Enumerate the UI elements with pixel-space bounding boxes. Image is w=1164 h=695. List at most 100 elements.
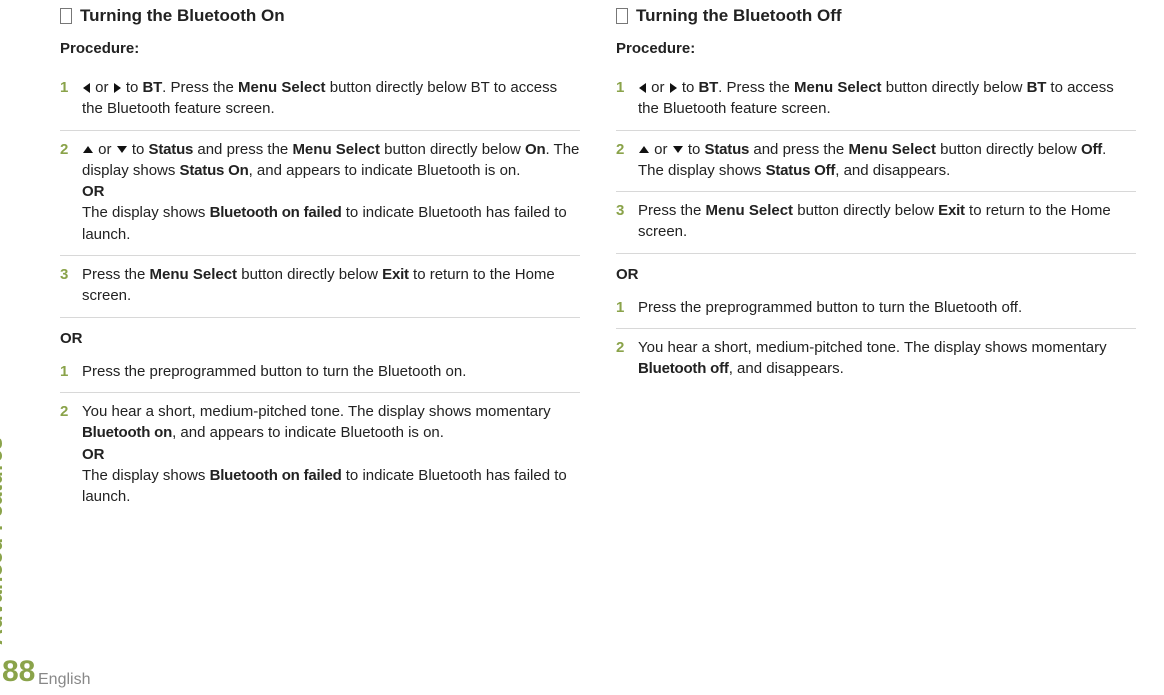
procedure-label-left: Procedure: (60, 40, 580, 57)
t: to (678, 79, 699, 96)
status-on: Status On (180, 162, 249, 179)
bt: BT (699, 79, 719, 96)
step: 2 You hear a short, medium-pitched tone.… (60, 393, 580, 517)
t: You hear a short, medium-pitched tone. T… (638, 339, 1107, 356)
right-arrow-icon (670, 83, 677, 93)
heading-left: Turning the Bluetooth On (60, 6, 580, 26)
right-arrow-icon (114, 83, 121, 93)
step-text: Press the preprogrammed button to turn t… (638, 297, 1136, 318)
step-number: 2 (60, 401, 82, 422)
step-text: Press the Menu Select button directly be… (82, 264, 580, 307)
menu-select: Menu Select (150, 266, 238, 283)
or-inline: OR (82, 446, 105, 463)
or-inline: OR (82, 183, 105, 200)
left-arrow-icon (83, 83, 90, 93)
t: to (122, 79, 143, 96)
t: button directly below (237, 266, 382, 283)
word-or: or (91, 79, 113, 96)
step-text: or to BT. Press the Menu Select button d… (638, 77, 1136, 120)
status: Status (149, 141, 194, 158)
t: The display shows (82, 204, 210, 221)
t: button directly below (936, 141, 1081, 158)
t: Press the (638, 202, 706, 219)
down-arrow-icon (117, 146, 127, 153)
heading-left-text: Turning the Bluetooth On (80, 6, 285, 26)
t: button directly below (380, 141, 525, 158)
t: button directly below (793, 202, 938, 219)
menu-select: Menu Select (238, 79, 326, 96)
step: 1 or to BT. Press the Menu Select button… (616, 69, 1136, 131)
bt: BT (1027, 79, 1047, 96)
page-language: English (38, 671, 90, 689)
up-arrow-icon (639, 146, 649, 153)
menu-select: Menu Select (706, 202, 794, 219)
t: Press the (82, 266, 150, 283)
or-separator-right: OR (616, 266, 1136, 283)
bluetooth-on: Bluetooth on (82, 424, 172, 441)
bt-failed: Bluetooth on failed (210, 467, 342, 484)
step-number: 1 (616, 297, 638, 318)
word-or: or (94, 141, 116, 158)
t: and press the (193, 141, 292, 158)
exit: Exit (938, 202, 965, 219)
content-columns: Turning the Bluetooth On Procedure: 1 or… (0, 0, 1164, 517)
step-text: Press the Menu Select button directly be… (638, 200, 1136, 243)
step-number: 1 (60, 361, 82, 382)
step: 3 Press the Menu Select button directly … (616, 192, 1136, 254)
step: 2 or to Status and press the Menu Select… (60, 131, 580, 256)
step-number: 2 (616, 337, 638, 358)
t: , and appears to indicate Bluetooth is o… (172, 424, 444, 441)
word-or: or (647, 79, 669, 96)
heading-right: Turning the Bluetooth Off (616, 6, 1136, 26)
heading-icon (60, 8, 72, 24)
step-number: 1 (616, 77, 638, 98)
step-text: or to BT. Press the Menu Select button d… (82, 77, 580, 120)
t: to (684, 141, 705, 158)
step-text: You hear a short, medium-pitched tone. T… (638, 337, 1136, 380)
heading-right-text: Turning the Bluetooth Off (636, 6, 842, 26)
step: 1 Press the preprogrammed button to turn… (60, 353, 580, 393)
status-off: Status Off (766, 162, 836, 179)
step-number: 3 (60, 264, 82, 285)
t: . Press the (718, 79, 794, 96)
step-number: 1 (60, 77, 82, 98)
heading-icon (616, 8, 628, 24)
menu-select: Menu Select (794, 79, 882, 96)
side-section-label: Advanced Features (0, 437, 8, 645)
step-text: or to Status and press the Menu Select b… (82, 139, 580, 245)
left-arrow-icon (639, 83, 646, 93)
status: Status (705, 141, 750, 158)
step-text: Press the preprogrammed button to turn t… (82, 361, 580, 382)
bt-failed: Bluetooth on failed (210, 204, 342, 221)
on: On (525, 141, 545, 158)
t: and press the (749, 141, 848, 158)
t: button directly below (882, 79, 1027, 96)
right-column: Turning the Bluetooth Off Procedure: 1 o… (616, 6, 1136, 517)
step: 3 Press the Menu Select button directly … (60, 256, 580, 318)
step-number: 2 (60, 139, 82, 160)
down-arrow-icon (673, 146, 683, 153)
t: to (128, 141, 149, 158)
t: , and disappears. (729, 360, 844, 377)
or-separator-left: OR (60, 330, 580, 347)
step: 1 or to BT. Press the Menu Select button… (60, 69, 580, 131)
menu-select: Menu Select (292, 141, 380, 158)
procedure-label-right: Procedure: (616, 40, 1136, 57)
bt: BT (143, 79, 163, 96)
t: , and disappears. (835, 162, 950, 179)
off: Off (1081, 141, 1102, 158)
t: You hear a short, medium-pitched tone. T… (82, 403, 551, 420)
step: 2 You hear a short, medium-pitched tone.… (616, 329, 1136, 390)
up-arrow-icon (83, 146, 93, 153)
page-number: 88 (2, 655, 35, 689)
t: . Press the (162, 79, 238, 96)
step: 2 or to Status and press the Menu Select… (616, 131, 1136, 193)
t: , and appears to indicate Bluetooth is o… (249, 162, 521, 179)
menu-select: Menu Select (848, 141, 936, 158)
word-or: or (650, 141, 672, 158)
step: 1 Press the preprogrammed button to turn… (616, 289, 1136, 329)
step-text: You hear a short, medium-pitched tone. T… (82, 401, 580, 507)
bluetooth-off: Bluetooth off (638, 360, 729, 377)
exit: Exit (382, 266, 409, 283)
left-column: Turning the Bluetooth On Procedure: 1 or… (60, 6, 580, 517)
